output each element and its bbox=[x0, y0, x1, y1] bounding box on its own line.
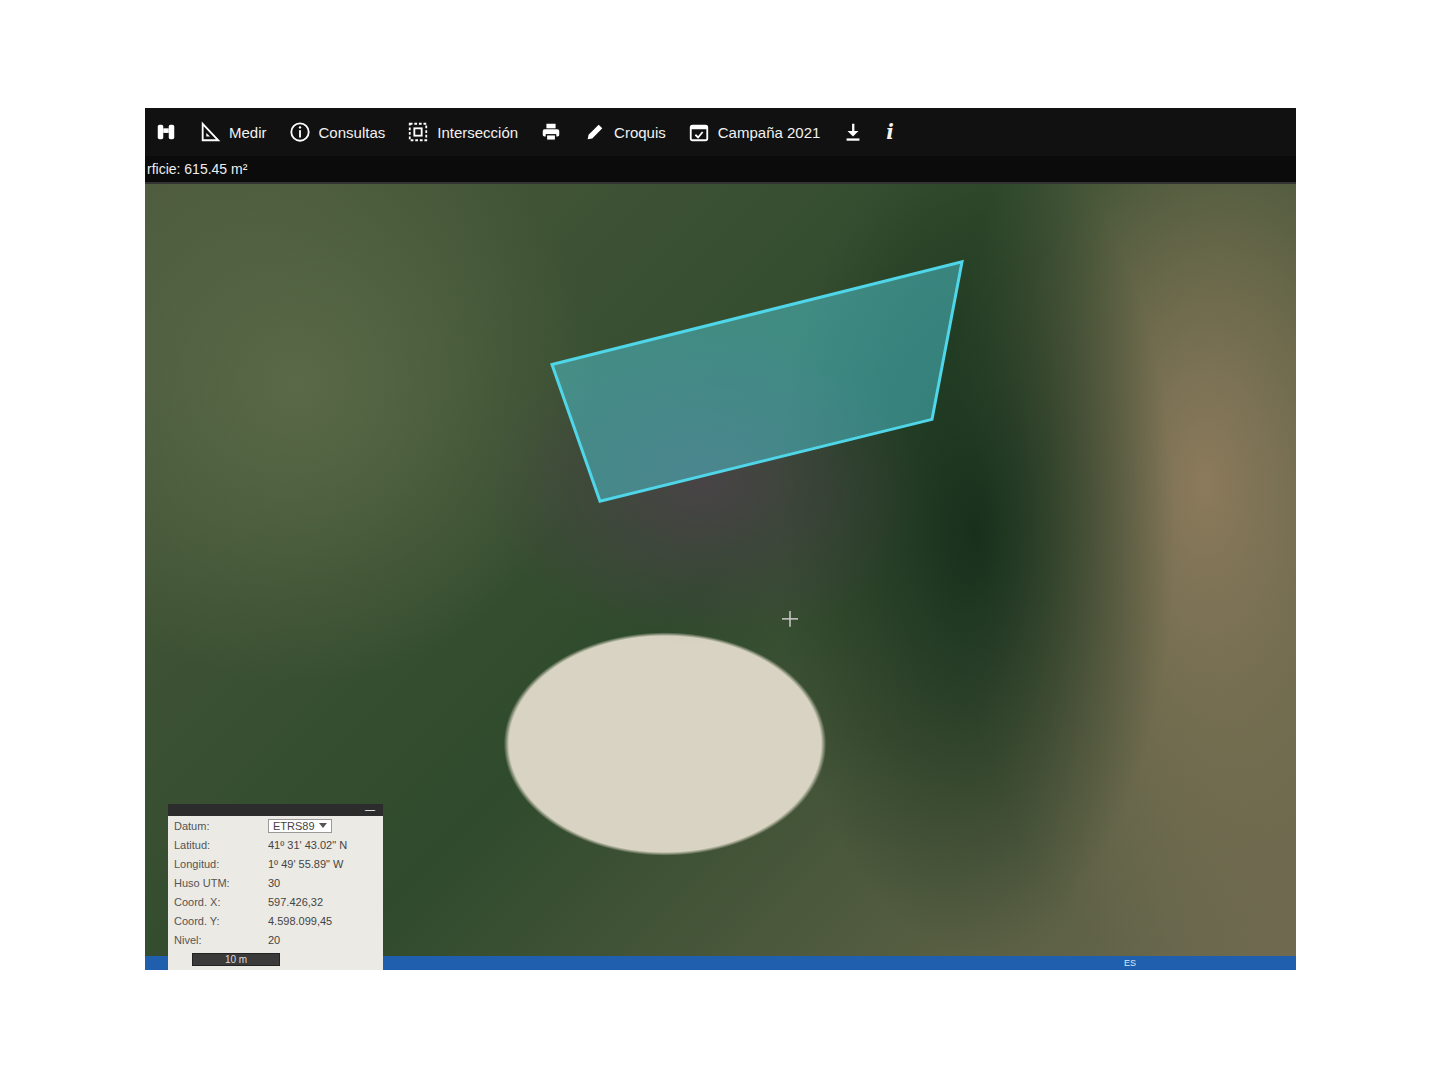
measure-bar: rficie: 615.45 m² bbox=[145, 156, 1296, 184]
calendar-tool[interactable]: Campaña 2021 bbox=[688, 121, 821, 143]
coordinate-value: 30 bbox=[268, 877, 280, 889]
intersection-tool[interactable]: Intersección bbox=[407, 121, 518, 143]
ruler-tool[interactable]: Medir bbox=[199, 121, 267, 143]
coordinate-row: Longitud: 1º 49' 55.89" W bbox=[168, 854, 383, 873]
intersection-icon bbox=[407, 121, 429, 143]
coordinate-row: Coord. X: 597.426,32 bbox=[168, 892, 383, 911]
caret-icon bbox=[319, 823, 327, 828]
parcel-polygon[interactable] bbox=[552, 262, 962, 501]
glyph-tool[interactable]: i bbox=[886, 120, 894, 144]
coordinate-value: 4.598.099,45 bbox=[268, 915, 332, 927]
pencil-icon bbox=[584, 121, 606, 143]
tool-label: Campaña 2021 bbox=[718, 124, 821, 141]
download-tool[interactable] bbox=[842, 121, 864, 143]
scale-bar: 10 m bbox=[192, 953, 280, 966]
language-indicator[interactable]: ES bbox=[1124, 958, 1136, 968]
coordinate-label: Nivel: bbox=[174, 934, 262, 946]
coordinate-label: Longitud: bbox=[174, 858, 262, 870]
coordinate-label: Latitud: bbox=[174, 839, 262, 851]
print-tool[interactable] bbox=[540, 121, 562, 143]
coordinate-row: Latitud: 41º 31' 43.02" N bbox=[168, 835, 383, 854]
area-reading: rficie: 615.45 m² bbox=[147, 161, 247, 177]
monitor-screen: Medir Consultas Intersección Croquis Campaña… bbox=[145, 108, 1296, 970]
panel-header: — bbox=[168, 804, 383, 816]
tool-label: Intersección bbox=[437, 124, 518, 141]
download-icon bbox=[842, 121, 864, 143]
coordinate-value: 1º 49' 55.89" W bbox=[268, 858, 343, 870]
coordinate-value: 597.426,32 bbox=[268, 896, 323, 908]
pencil-tool[interactable]: Croquis bbox=[584, 121, 666, 143]
ruler-icon bbox=[199, 121, 221, 143]
coordinate-label: Coord. Y: bbox=[174, 915, 262, 927]
tool-label: Consultas bbox=[319, 124, 386, 141]
coordinate-label: Datum: bbox=[174, 820, 262, 832]
coordinate-row: Huso UTM: 30 bbox=[168, 873, 383, 892]
toolbar: Medir Consultas Intersección Croquis Campaña… bbox=[145, 108, 1296, 156]
coordinate-row: Coord. Y: 4.598.099,45 bbox=[168, 911, 383, 930]
datum-select[interactable]: ETRS89 bbox=[268, 819, 332, 833]
tool-label: i bbox=[886, 120, 894, 144]
coordinate-row: Datum: ETRS89 bbox=[168, 816, 383, 835]
binoculars-icon bbox=[155, 121, 177, 143]
cursor-icon bbox=[782, 611, 798, 627]
printer-icon bbox=[540, 121, 562, 143]
coordinate-value: 41º 31' 43.02" N bbox=[268, 839, 347, 851]
page: Medir Consultas Intersección Croquis Campaña… bbox=[0, 0, 1440, 1080]
tool-label: Medir bbox=[229, 124, 267, 141]
info-icon bbox=[289, 121, 311, 143]
coordinate-value: 20 bbox=[268, 934, 280, 946]
binoculars-tool[interactable] bbox=[155, 121, 177, 143]
coordinate-label: Coord. X: bbox=[174, 896, 262, 908]
calendar-icon bbox=[688, 121, 710, 143]
info-tool[interactable]: Consultas bbox=[289, 121, 386, 143]
coordinates-panel: — Datum: ETRS89 Latitud: 41º 31' 43.02" N Lon… bbox=[168, 804, 383, 970]
minimize-button[interactable]: — bbox=[365, 804, 375, 816]
coordinate-label: Huso UTM: bbox=[174, 877, 262, 889]
coordinate-row: Nivel: 20 bbox=[168, 930, 383, 949]
tool-label: Croquis bbox=[614, 124, 666, 141]
